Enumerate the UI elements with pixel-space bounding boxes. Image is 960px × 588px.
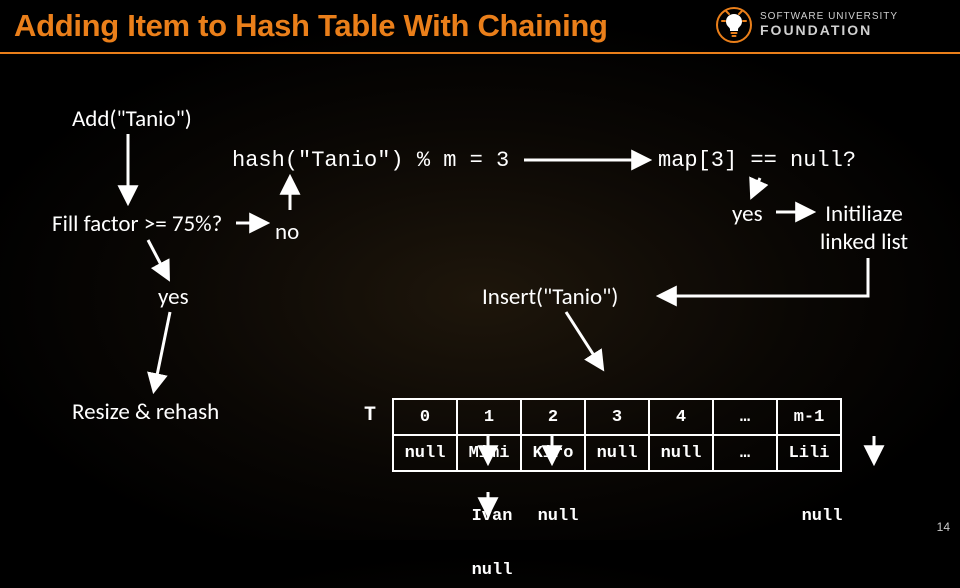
chain-row-1: Ivan null null	[394, 500, 854, 532]
cell: Mimi	[457, 435, 521, 471]
step-insert: Insert("Tanio")	[482, 283, 618, 311]
idx-cell: 1	[457, 399, 521, 435]
lightbulb-icon	[714, 5, 754, 45]
chain-cell	[394, 500, 458, 532]
cell: Kiro	[521, 435, 585, 471]
cell: null	[649, 435, 713, 471]
branch-no: no	[275, 218, 299, 246]
idx-cell: m-1	[777, 399, 841, 435]
table-label: T	[364, 404, 376, 427]
step-resize: Resize & rehash	[72, 398, 219, 426]
branch-yes-2: yes	[732, 200, 763, 228]
step-add-call: Add("Tanio")	[72, 105, 192, 133]
step-hash-expr: hash("Tanio") % m = 3	[232, 148, 509, 173]
idx-cell: 4	[649, 399, 713, 435]
chain-cell: null	[460, 554, 524, 586]
chain-cell	[724, 500, 788, 532]
chain-cell: null	[526, 500, 590, 532]
chain-row-2: null	[394, 554, 854, 586]
chain-cell	[658, 554, 722, 586]
step-fill-factor-q: Fill factor >= 75%?	[52, 210, 222, 238]
chain-cell: Ivan	[460, 500, 524, 532]
chain-cell	[658, 500, 722, 532]
slide-title: Adding Item to Hash Table With Chaining	[14, 8, 608, 44]
hash-table: 0 1 2 3 4 … m-1 null Mimi Kiro null null…	[392, 398, 856, 588]
logo-line2: FOUNDATION	[760, 23, 898, 38]
idx-cell: 0	[393, 399, 457, 435]
chain-cell	[790, 554, 854, 586]
cell: null	[393, 435, 457, 471]
step-init-list: Initiliaze linked list	[820, 200, 908, 256]
chain-cell: null	[790, 500, 854, 532]
cell: Lili	[777, 435, 841, 471]
idx-cell: 2	[521, 399, 585, 435]
page-number: 14	[937, 520, 950, 534]
chain-cell	[526, 554, 590, 586]
index-row: 0 1 2 3 4 … m-1	[393, 399, 841, 435]
idx-cell: …	[713, 399, 777, 435]
chain-cell	[724, 554, 788, 586]
table-row: null Mimi Kiro null null … Lili	[393, 435, 841, 471]
branch-yes-1: yes	[158, 283, 189, 311]
title-underline	[0, 52, 960, 54]
chain-cell	[592, 554, 656, 586]
chain-cell	[592, 500, 656, 532]
brand-logo: SOFTWARE UNIVERSITY FOUNDATION	[714, 4, 944, 46]
cell: …	[713, 435, 777, 471]
chain-cell	[394, 554, 458, 586]
step-map-null-q: map[3] == null?	[658, 148, 856, 173]
cell: null	[585, 435, 649, 471]
idx-cell: 3	[585, 399, 649, 435]
